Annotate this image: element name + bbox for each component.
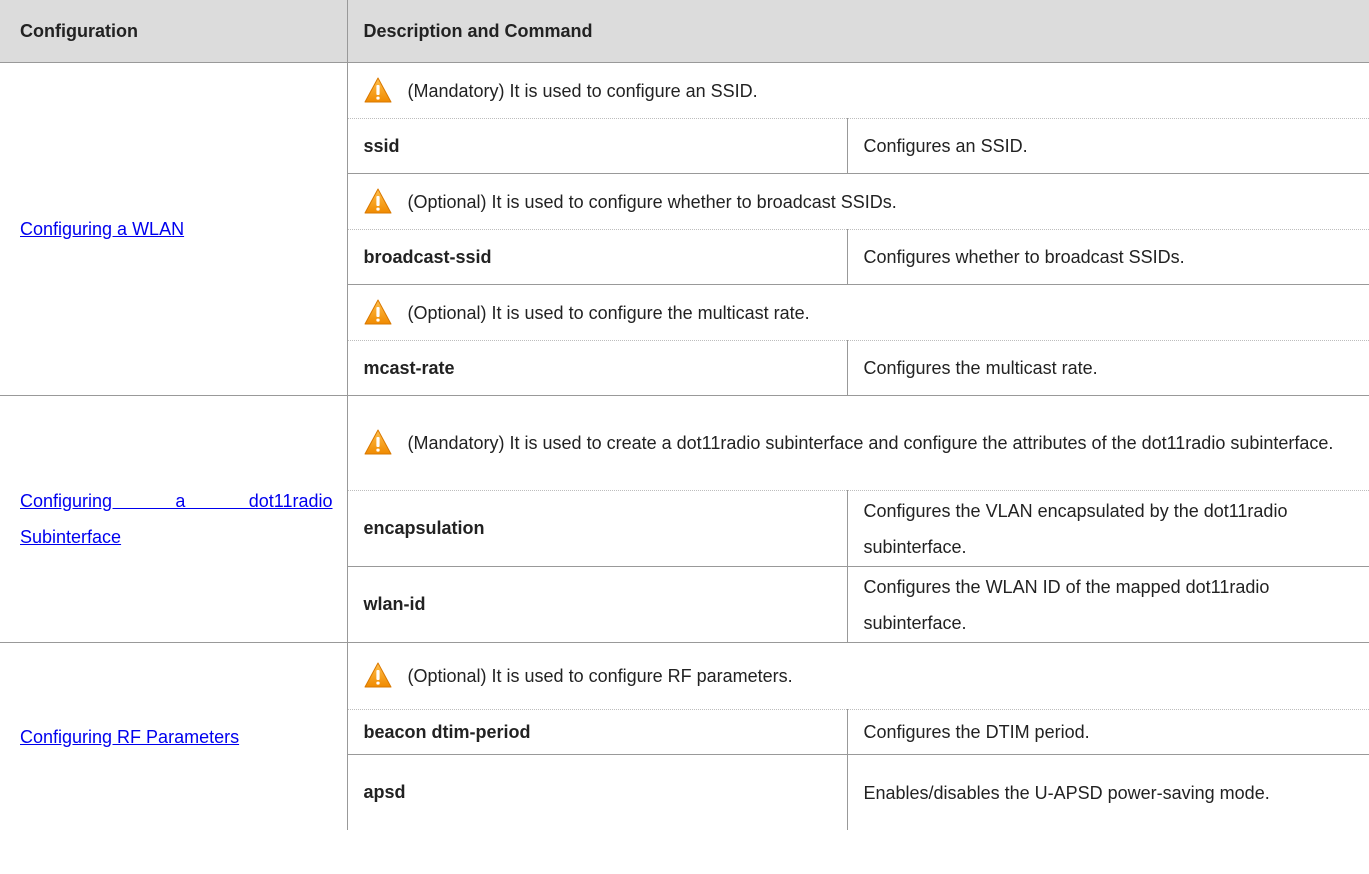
warning-triangle-icon (364, 298, 392, 326)
table-row: Configuring a dot11radio Subinterface (M… (0, 395, 1369, 643)
table-header-row: Configuration Description and Command (0, 0, 1369, 63)
config-cell: Configuring a dot11radio Subinterface (0, 395, 347, 643)
configuring-dot11radio-subinterface-link[interactable]: Configuring a dot11radio Subinterface (20, 483, 333, 547)
table-row: Configuring RF Parameters (Optional) It … (0, 642, 1369, 747)
command-cell: mcast-rate (346, 340, 847, 396)
description-cell: Configures an SSID. (846, 118, 1369, 174)
header-configuration: Configuration (0, 0, 347, 63)
link-line: Subinterface (20, 527, 122, 547)
warning-triangle-icon (364, 661, 392, 689)
command-cell: encapsulation (346, 490, 847, 567)
description-cell: Configures the WLAN ID of the mapped dot… (846, 566, 1369, 643)
note-cell: (Optional) It is used to configure RF pa… (346, 642, 1369, 710)
note-text: (Optional) It is used to configure wheth… (407, 191, 897, 212)
warning-triangle-icon (364, 428, 392, 456)
note-cell: (Mandatory) It is used to create a dot11… (346, 395, 1369, 491)
command-cell: beacon dtim-period (346, 709, 847, 755)
configuration-table: Configuration Description and Command Co… (0, 0, 1369, 830)
note-cell: (Optional) It is used to configure the m… (346, 284, 1369, 341)
note-cell: (Optional) It is used to configure wheth… (346, 173, 1369, 230)
note-text: (Optional) It is used to configure RF pa… (407, 666, 793, 686)
command-cell: wlan-id (346, 566, 847, 643)
note-cell: (Mandatory) It is used to configure an S… (346, 62, 1369, 119)
configuring-rf-parameters-link[interactable]: Configuring RF Parameters (20, 727, 239, 747)
configuring-wlan-link[interactable]: Configuring a WLAN (20, 219, 184, 239)
table-row: Configuring a WLAN (Mandatory) It is use… (0, 62, 1369, 396)
header-description-command: Description and Command (346, 0, 1369, 63)
command-cell: broadcast-ssid (346, 229, 847, 285)
note-text: (Mandatory) It is used to configure an S… (407, 80, 758, 101)
description-cell: Configures the multicast rate. (846, 340, 1369, 396)
description-cell: Configures whether to broadcast SSIDs. (846, 229, 1369, 285)
config-cell: Configuring a WLAN (0, 62, 347, 396)
description-cell: Enables/disables the U-APSD power-saving… (846, 754, 1369, 830)
description-cell: Configures the VLAN encapsulated by the … (846, 490, 1369, 567)
warning-triangle-icon (364, 187, 392, 215)
description-cell: Configures the DTIM period. (846, 709, 1369, 755)
warning-triangle-icon (364, 76, 392, 104)
link-line: Configuring a dot11radio (20, 491, 333, 511)
note-text: (Optional) It is used to configure the m… (407, 302, 810, 323)
command-cell: ssid (346, 118, 847, 174)
note-text: (Mandatory) It is used to create a dot11… (407, 433, 1334, 453)
command-cell: apsd (346, 754, 847, 830)
config-cell: Configuring RF Parameters (0, 643, 347, 831)
